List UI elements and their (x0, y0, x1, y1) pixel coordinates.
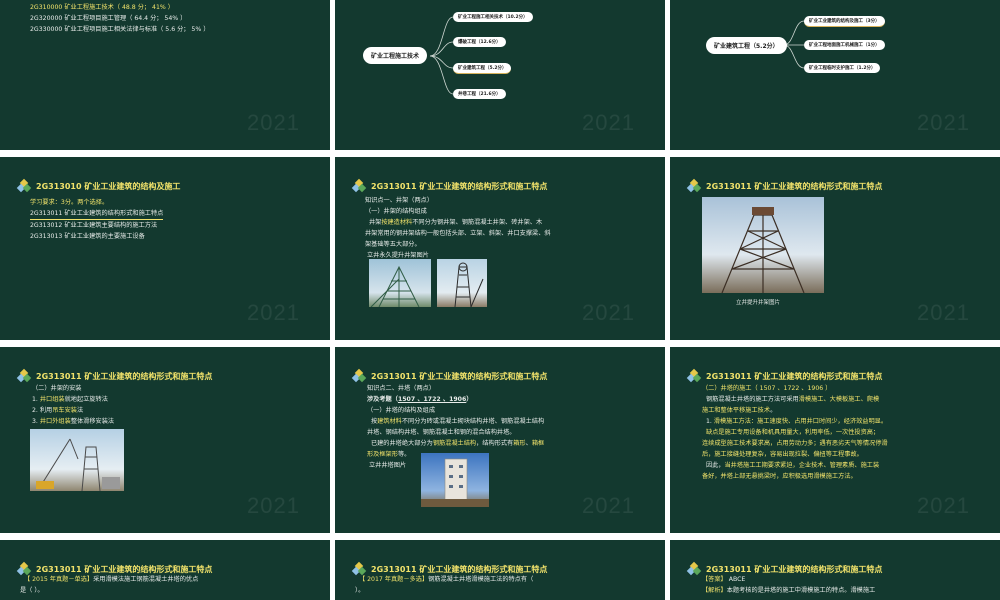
slide-title: 2G313011 矿业工业建筑的结构形式和施工特点 (706, 371, 883, 381)
body-line: 按建筑材料不同分为砖或混凝土砌块结构井塔、钢筋混凝土结构 (370, 418, 545, 425)
study-requirement: 学习要求：3分。两个选择。 (30, 199, 109, 206)
body-line: 井架常用的钢井架结构一般包括头部、立架、斜架、井口支撑梁、斜 (365, 230, 551, 237)
watermark: 2021 (247, 300, 300, 325)
watermark: 2021 (582, 493, 635, 518)
method-item-2: 2. 利用吊车安装法 (32, 407, 84, 414)
body-line: 施工和整体平移施工技术。 (702, 407, 777, 414)
watermark: 2021 (247, 493, 300, 518)
watermark: 2021 (582, 110, 635, 135)
method-item-3: 3. 井口外组装整体滑移安装法 (32, 418, 115, 425)
slide-header: 2G313010 矿业工业建筑的结构及施工 (16, 178, 181, 193)
slide-4[interactable]: 2G313010 矿业工业建筑的结构及施工 学习要求：3分。两个选择。 2G31… (0, 157, 330, 340)
body-line: 井塔、钢结构井塔、钢筋混凝土和钢的混合结构井塔。 (367, 429, 516, 436)
body-line: 钢筋混凝土井塔的施工方法可采用滑模施工、大模板施工、爬模 (705, 396, 880, 403)
slide-9[interactable]: 2G313011 矿业工业建筑的结构形式和施工特点 （二）井塔的施工（ 1507… (670, 347, 1000, 533)
mindmap-node-1: 矿业工业建筑的结构及施工（3分） (804, 16, 885, 27)
mindmap-center: 矿业建筑工程（5.2分） (706, 37, 787, 54)
knowledge-point: 知识点二、井塔（两点） (367, 385, 436, 392)
topic-item-3: 2G313013 矿业工业建筑的主要施工设备 (30, 233, 145, 240)
chapter-line-1: 2G310000 矿业工程施工技术（ 48.8 分； 41% ） (30, 4, 174, 11)
method-item-1: 1. 井口组装就地起立旋转法 (32, 396, 108, 403)
section-title: （一）井架的结构组成 (365, 208, 427, 215)
slide-12[interactable]: 2G313011 矿业工业建筑的结构形式和施工特点 【答案】 ABCE 【解析】… (670, 540, 1000, 600)
mindmap-node-2: 矿业工程地面施工机械施工（1分） (804, 40, 885, 50)
watermark: 2021 (917, 493, 970, 518)
slide-5[interactable]: 2G313011 矿业工业建筑的结构形式和施工特点 知识点一、井架（两点） （一… (335, 157, 665, 340)
mindmap-node-4: 井巷工程（21.6分） (453, 89, 506, 99)
question-line: ）。 (355, 587, 365, 594)
crane-installation-photo (30, 429, 124, 491)
slide-2[interactable]: 矿业工程施工技术 矿业工程施工相关技术（10.2分） 爆破工程（12.6分） 矿… (335, 0, 665, 150)
logo-icon (16, 178, 32, 193)
slide-10[interactable]: 2G313011 矿业工业建筑的结构形式和施工特点 【 2015 年真题－单选】… (0, 540, 330, 600)
logo-icon (686, 561, 702, 576)
exam-years: 涉及考题（1507 、1722 、1906） (367, 396, 473, 403)
mindmap-node-3: 矿业工程临时支护施工（1.2分） (804, 63, 881, 73)
slide-title: 2G313011 矿业工业建筑的结构形式和施工特点 (706, 564, 883, 574)
slide-header: 2G313011 矿业工业建筑的结构形式和施工特点 (351, 178, 548, 193)
slide-11[interactable]: 2G313011 矿业工业建筑的结构形式和施工特点 【 2017 年真题－多选】… (335, 540, 665, 600)
chapter-line-2: 2G320000 矿业工程项目施工管理（ 64.4 分； 54% ） (30, 15, 187, 22)
logo-icon (16, 368, 32, 383)
watermark: 2021 (917, 300, 970, 325)
slide-8[interactable]: 2G313011 矿业工业建筑的结构形式和施工特点 知识点二、井塔（两点） 涉及… (335, 347, 665, 533)
shaft-tower-photo (421, 453, 489, 507)
slide-title: 2G313011 矿业工业建筑的结构形式和施工特点 (371, 371, 548, 381)
slide-3[interactable]: 矿业建筑工程（5.2分） 矿业工业建筑的结构及施工（3分） 矿业工程地面施工机械… (670, 0, 1000, 150)
section-title: （二）井塔的施工（ 1507 、1722 、1906 ） (702, 385, 832, 392)
body-line: 后，施工接缝处理复杂，容易出现拉裂、偏扭等工程事故。 (702, 451, 863, 458)
logo-icon (686, 368, 702, 383)
slide-title: 2G313011 矿业工业建筑的结构形式和施工特点 (371, 564, 548, 574)
slide-title: 2G313011 矿业工业建筑的结构形式和施工特点 (36, 564, 213, 574)
answer-line: 【答案】 ABCE (702, 576, 746, 583)
slide-title: 2G313011 矿业工业建筑的结构形式和施工特点 (36, 371, 213, 381)
topic-item-1: 2G313011 矿业工业建筑的结构形式和施工特点 (30, 208, 164, 220)
section-title: （一）井塔的结构及组成 (367, 407, 436, 414)
slide-7[interactable]: 2G313011 矿业工业建筑的结构形式和施工特点 （二）井架的安装 1. 井口… (0, 347, 330, 533)
body-line: 1. 滑模施工方法：施工速度快、占用井口时间少，经济效益明显。 (705, 418, 888, 425)
mindmap-center: 矿业工程施工技术 (363, 47, 428, 64)
body-line: 因此，当井塔施工工期要求紧迫，企业技术、管理素质、施工装 (705, 462, 880, 469)
question-line: 【 2017 年真题－多选】钢筋混凝土井塔滑模施工法的特点有（ (358, 576, 534, 583)
question-line: 【 2015 年真题－单选】采用滑模法施工钢筋混凝土井塔的优点 (23, 576, 199, 583)
mindmap-node-1: 矿业工程施工相关技术（10.2分） (453, 12, 533, 22)
body-line: 缺点是施工专用设备和机具用量大，利用率低，一次性投资高； (705, 429, 880, 436)
slide-1[interactable]: 2G310000 矿业工程施工技术（ 48.8 分； 41% ） 2G32000… (0, 0, 330, 150)
slide-title: 2G313011 矿业工业建筑的结构形式和施工特点 (706, 181, 883, 191)
body-line: 架基础等五大部分。 (365, 241, 421, 248)
watermark: 2021 (582, 300, 635, 325)
slide-header: 2G313011 矿业工业建筑的结构形式和施工特点 (686, 178, 883, 193)
image-caption: 立井提升井架图片 (736, 300, 781, 306)
slide-title: 2G313011 矿业工业建筑的结构形式和施工特点 (371, 181, 548, 191)
slide-header: 2G313011 矿业工业建筑的结构形式和施工特点 (351, 368, 548, 383)
headframe-photo-1 (369, 259, 431, 307)
topic-item-2: 2G313012 矿业工业建筑主要结构的施工方法 (30, 222, 158, 229)
body-line: 已建的井塔绝大部分为钢筋混凝土结构，结构形式有箱形、箱框 (370, 440, 545, 447)
watermark: 2021 (917, 110, 970, 135)
body-line: 备好，并塔上部无悬挑梁时，应积极选用滑模施工方法。 (702, 473, 857, 480)
headframe-photo-2 (437, 259, 487, 307)
knowledge-point: 知识点一、井架（两点） (365, 197, 434, 204)
logo-icon (351, 368, 367, 383)
slide-header: 2G313011 矿业工业建筑的结构形式和施工特点 (686, 368, 883, 383)
mindmap-node-2: 爆破工程（12.6分） (453, 37, 506, 47)
body-line: 连续成型施工技术要求高，占用劳动力多；遇有恶劣天气等情况停滑 (702, 440, 888, 447)
mindmap-node-3: 矿业建筑工程（5.2分） (453, 63, 512, 74)
logo-icon (351, 178, 367, 193)
logo-icon (686, 178, 702, 193)
slide-title: 2G313010 矿业工业建筑的结构及施工 (36, 181, 181, 191)
question-line: 是（ ）。 (20, 587, 44, 594)
explanation-line: 【解析】本题考核的是井塔的施工中滑模施工的特点。滑模施工 (702, 587, 876, 594)
section-title: （二）井架的安装 (32, 385, 82, 392)
headframe-photo (702, 197, 824, 293)
body-line: 井架按建造材料不同分为钢井架、钢筋混凝土井架、砖井架、木 (368, 219, 543, 226)
chapter-line-3: 2G330000 矿业工程项目施工相关法律与标准（ 5.6 分； 5% ） (30, 26, 210, 33)
slide-6[interactable]: 2G313011 矿业工业建筑的结构形式和施工特点 立井提升井架图片 2021 (670, 157, 1000, 340)
slide-header: 2G313011 矿业工业建筑的结构形式和施工特点 (16, 368, 213, 383)
watermark: 2021 (247, 110, 300, 135)
